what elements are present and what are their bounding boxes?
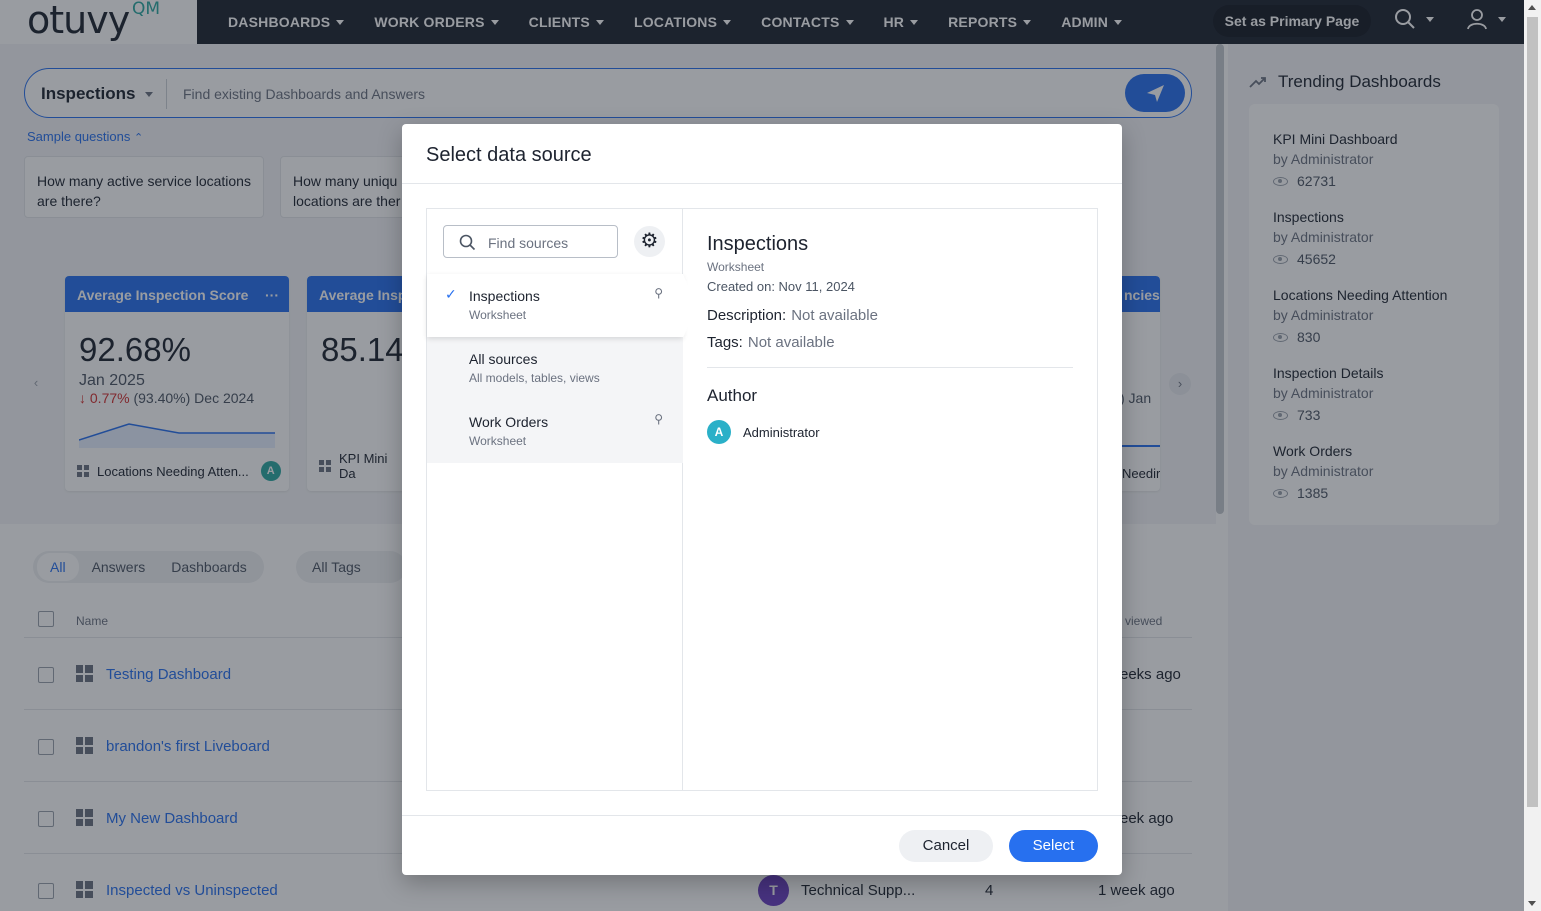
source-type: Worksheet — [469, 308, 527, 322]
find-sources-input[interactable]: Find sources — [443, 225, 618, 258]
select-button[interactable]: Select — [1009, 830, 1098, 862]
gear-icon: ⚙ — [640, 230, 659, 252]
tags-label: Tags: — [707, 334, 743, 351]
pin-icon[interactable]: ⚲ — [654, 412, 663, 426]
cancel-button[interactable]: Cancel — [899, 830, 993, 862]
source-item-inspections[interactable]: ✓ Inspections Worksheet ⚲ — [427, 274, 697, 338]
divider — [707, 367, 1073, 368]
author-heading: Author — [707, 386, 758, 405]
page-scrollbar[interactable] — [1524, 0, 1541, 911]
select-data-source-dialog: Select data source Find sources ⚙ ✓ Insp… — [402, 124, 1122, 875]
source-settings-button[interactable]: ⚙ — [634, 226, 665, 257]
source-name: All sources — [469, 351, 538, 367]
tags-value: Not available — [747, 334, 835, 351]
divider — [402, 183, 1122, 184]
find-sources-placeholder: Find sources — [488, 235, 569, 251]
detail-tags: Tags: Not available — [707, 334, 1073, 351]
description-value: Not available — [791, 307, 878, 324]
description-label: Description: — [707, 307, 787, 324]
source-item-work-orders[interactable]: Work Orders Worksheet ⚲ — [427, 400, 683, 463]
source-name: Inspections — [469, 288, 540, 304]
dialog-title: Select data source — [426, 144, 592, 166]
detail-description: Description: Not available — [707, 307, 1073, 324]
author-name: Administrator — [743, 424, 820, 440]
author-row: A Administrator — [707, 420, 1073, 444]
pin-icon[interactable]: ⚲ — [654, 286, 663, 300]
data-source-panel: Find sources ⚙ ✓ Inspections Worksheet ⚲… — [426, 208, 1098, 791]
detail-created-date: Created on: Nov 11, 2024 — [707, 279, 855, 294]
source-detail-pane: Inspections Worksheet Created on: Nov 11… — [707, 233, 1073, 444]
scroll-down-arrow-icon[interactable] — [1528, 901, 1536, 906]
search-icon — [459, 234, 476, 251]
source-list-pane: Find sources ⚙ ✓ Inspections Worksheet ⚲… — [427, 209, 697, 790]
source-item-all-sources[interactable]: All sources All models, tables, views — [427, 337, 683, 400]
source-name: Work Orders — [469, 414, 549, 430]
source-type: Worksheet — [469, 434, 527, 448]
author-avatar: A — [707, 420, 731, 444]
scrollbar-thumb[interactable] — [1527, 17, 1538, 807]
source-type: All models, tables, views — [469, 371, 600, 385]
check-icon: ✓ — [445, 286, 457, 302]
detail-title: Inspections — [707, 233, 809, 255]
divider — [402, 815, 1122, 816]
detail-type: Worksheet — [707, 260, 765, 274]
scroll-up-arrow-icon[interactable] — [1528, 5, 1536, 10]
